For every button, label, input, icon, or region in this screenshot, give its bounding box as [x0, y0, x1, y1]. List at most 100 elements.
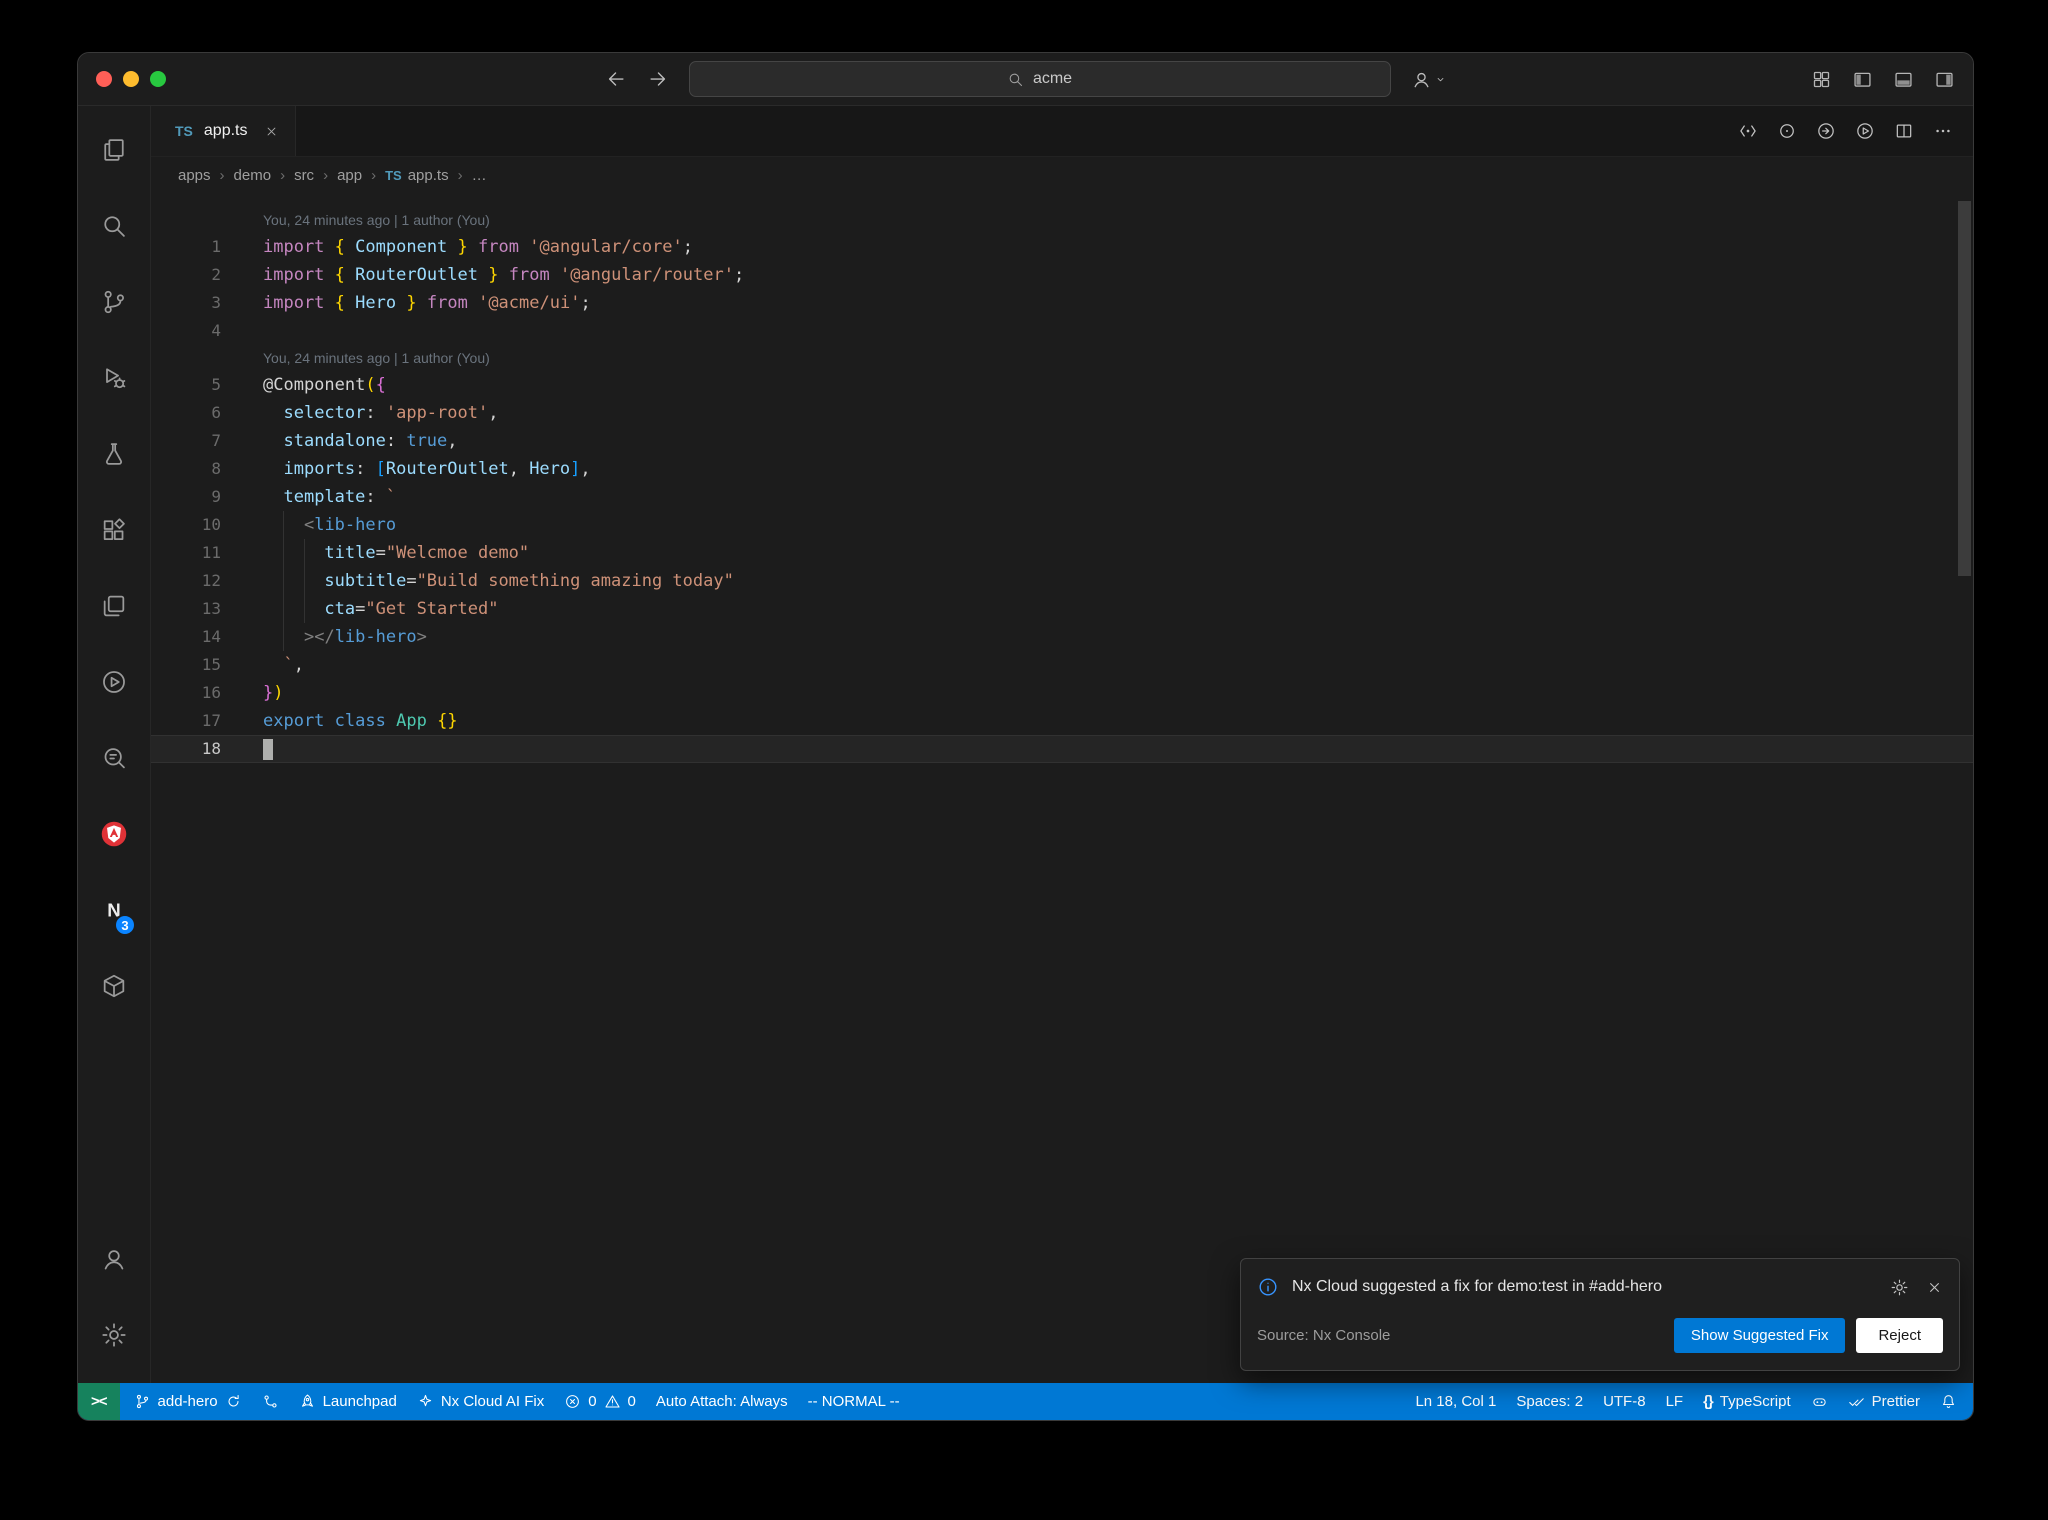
activity-bar: N3 — [78, 106, 151, 1383]
status-eol[interactable]: LF — [1656, 1383, 1694, 1420]
activity-nx-console[interactable]: N3 — [78, 872, 150, 948]
activity-run-debug[interactable] — [78, 340, 150, 416]
more-actions-icon[interactable] — [1933, 121, 1953, 141]
forward-icon[interactable] — [647, 68, 669, 90]
status-launchpad[interactable]: Launchpad — [289, 1383, 407, 1420]
breadcrumb-item[interactable]: app — [337, 167, 362, 184]
toggle-primary-sidebar-icon[interactable] — [1852, 69, 1873, 90]
open-changes-icon[interactable] — [1738, 121, 1758, 141]
status-auto-attach[interactable]: Auto Attach: Always — [646, 1383, 798, 1420]
file-annotations-icon[interactable] — [1777, 121, 1797, 141]
run-below-icon[interactable] — [1816, 121, 1836, 141]
code-editor[interactable]: You, 24 minutes ago | 1 author (You) 1 imp… — [151, 193, 1973, 1383]
toggle-panel-icon[interactable] — [1893, 69, 1914, 90]
title-bar: acme — [78, 53, 1973, 106]
git-blame-annotation: You, 24 minutes ago | 1 author (You) — [263, 350, 490, 366]
line-number: 8 — [211, 459, 221, 478]
status-branch[interactable]: add-hero — [124, 1383, 252, 1420]
activity-source-control[interactable] — [78, 264, 150, 340]
line-number: 3 — [211, 293, 221, 312]
activity-testing[interactable] — [78, 416, 150, 492]
code-line-13: 13 cta="Get Started" — [151, 595, 1973, 623]
activity-search-editor[interactable] — [78, 720, 150, 796]
activity-explorer[interactable] — [78, 112, 150, 188]
toggle-secondary-sidebar-icon[interactable] — [1934, 69, 1955, 90]
breadcrumb-item[interactable]: … — [472, 167, 487, 184]
breadcrumb-item[interactable]: demo — [234, 167, 272, 184]
notification-settings-icon[interactable] — [1890, 1278, 1909, 1297]
vscode-window: acme N3 TS app.ts apps › demo › src › ap… — [77, 52, 1974, 1421]
breadcrumb-item[interactable]: TS app.ts — [385, 167, 449, 184]
split-editor-icon[interactable] — [1894, 121, 1914, 141]
code-line-14: 14 ></lib-hero> — [151, 623, 1973, 651]
line-number: 5 — [211, 375, 221, 394]
line-number: 9 — [211, 487, 221, 506]
minimize-window-button[interactable] — [123, 71, 139, 87]
status-prettier[interactable]: Prettier — [1838, 1383, 1930, 1420]
status-notifications-bell[interactable] — [1930, 1383, 1967, 1420]
nx-badge: 3 — [114, 914, 136, 936]
code-line-17: 17 export class App {} — [151, 707, 1973, 735]
code-line-15: 15 `, — [151, 651, 1973, 679]
line-number: 16 — [201, 683, 221, 702]
status-language-mode[interactable]: {} TypeScript — [1693, 1383, 1801, 1420]
activity-angular[interactable] — [78, 796, 150, 872]
info-icon — [1257, 1276, 1279, 1298]
reject-button[interactable]: Reject — [1856, 1318, 1943, 1353]
command-center-search[interactable]: acme — [688, 61, 1391, 97]
status-cursor-position[interactable]: Ln 18, Col 1 — [1405, 1383, 1506, 1420]
activity-settings[interactable] — [78, 1297, 150, 1373]
breadcrumb-separator: › — [280, 166, 286, 184]
code-line-6: 6 selector: 'app-root', — [151, 399, 1973, 427]
layout-controls — [1447, 69, 1956, 90]
back-icon[interactable] — [605, 68, 627, 90]
tab-app-ts[interactable]: TS app.ts — [151, 106, 297, 156]
activity-extensions[interactable] — [78, 492, 150, 568]
activity-search[interactable] — [78, 188, 150, 264]
run-file-icon[interactable] — [1855, 121, 1875, 141]
breadcrumb-item[interactable]: apps — [178, 167, 211, 184]
scrollbar[interactable] — [1958, 201, 1971, 576]
activity-runner[interactable] — [78, 644, 150, 720]
status-copilot[interactable] — [1801, 1383, 1838, 1420]
status-remote-indicator[interactable]: >< — [78, 1383, 120, 1420]
code-line-2: 2 import { RouterOutlet } from '@angular/… — [151, 261, 1973, 289]
account-icon — [1411, 69, 1432, 90]
tab-bar: TS app.ts — [151, 106, 1973, 157]
status-vim-mode[interactable]: -- NORMAL -- — [798, 1383, 910, 1420]
activity-remote-explorer[interactable] — [78, 568, 150, 644]
status-nx-cloud-ai-fix[interactable]: Nx Cloud AI Fix — [407, 1383, 554, 1420]
customize-layout-icon[interactable] — [1811, 69, 1832, 90]
zoom-window-button[interactable] — [150, 71, 166, 87]
line-number: 13 — [201, 599, 221, 618]
text-cursor — [263, 739, 273, 760]
line-number: 14 — [201, 627, 221, 646]
code-line-16: 16}) — [151, 679, 1973, 707]
status-indentation[interactable]: Spaces: 2 — [1506, 1383, 1593, 1420]
breadcrumb-item[interactable]: src — [294, 167, 314, 184]
status-commit-graph[interactable] — [252, 1383, 289, 1420]
line-number: 2 — [211, 265, 221, 284]
typescript-file-icon: TS — [385, 167, 402, 183]
profile-menu[interactable] — [1411, 69, 1447, 90]
code-line-9: 9 template: ` — [151, 483, 1973, 511]
close-window-button[interactable] — [96, 71, 112, 87]
show-suggested-fix-button[interactable]: Show Suggested Fix — [1673, 1318, 1846, 1353]
status-problems[interactable]: 00 — [554, 1383, 646, 1420]
line-number: 18 — [201, 739, 221, 758]
editor-group: TS app.ts apps › demo › src › app › TS app.ts ›… Y… — [151, 106, 1973, 1383]
breadcrumb-separator: › — [219, 166, 225, 184]
breadcrumb-separator: › — [371, 166, 377, 184]
line-number: 6 — [211, 403, 221, 422]
chevron-down-icon — [1434, 73, 1447, 86]
notification-close-icon[interactable] — [1926, 1279, 1943, 1296]
status-bar: >< add-hero Launchpad Nx Cloud AI Fix 0 0 Auto… — [78, 1383, 1973, 1420]
line-number: 10 — [201, 515, 221, 534]
status-encoding[interactable]: UTF-8 — [1593, 1383, 1656, 1420]
main-area: N3 TS app.ts apps › demo › src › app › TS app.ts ›… — [78, 106, 1973, 1383]
line-number: 4 — [211, 321, 221, 340]
close-tab-icon[interactable] — [264, 124, 279, 139]
activity-accounts[interactable] — [78, 1221, 150, 1297]
code-line-4: 4 — [151, 317, 1973, 345]
activity-containers[interactable] — [78, 948, 150, 1024]
